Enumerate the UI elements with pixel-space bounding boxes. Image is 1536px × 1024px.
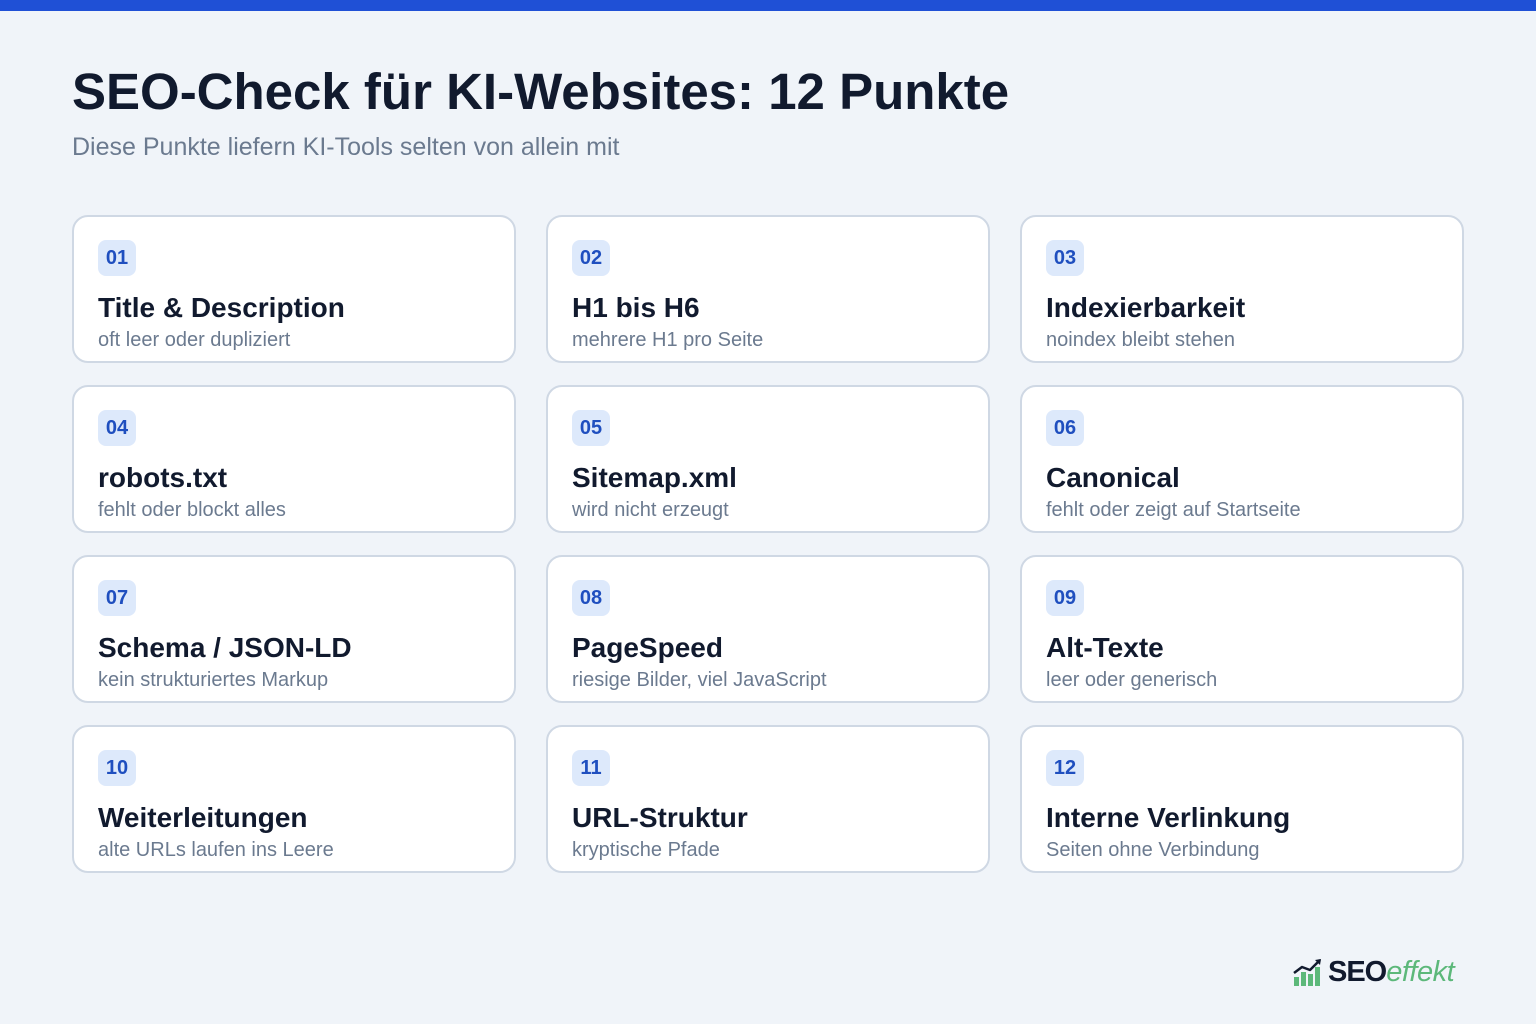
card-title: Indexierbarkeit [1046,292,1246,323]
logo-text-effekt: effekt [1386,955,1455,988]
page-subtitle: Diese Punkte liefern KI-Tools selten von… [72,133,620,161]
checklist-card: 01 Title & Description oft leer oder dup… [72,215,516,363]
card-title: H1 bis H6 [572,292,700,323]
brand-logo: SEO effekt [1292,952,1455,992]
checklist-card: 10 Weiterleitungen alte URLs laufen ins … [72,725,516,873]
checklist-card: 08 PageSpeed riesige Bilder, viel JavaSc… [546,555,990,703]
card-description: wird nicht erzeugt [572,499,729,521]
card-title: Alt-Texte [1046,632,1164,663]
card-number-badge: 09 [1046,580,1084,616]
card-description: kryptische Pfade [572,839,720,861]
card-title: Sitemap.xml [572,462,737,493]
checklist-card: 03 Indexierbarkeit noindex bleibt stehen [1020,215,1464,363]
card-description: alte URLs laufen ins Leere [98,839,334,861]
card-title: Title & Description [98,292,345,323]
card-number-badge: 06 [1046,410,1084,446]
top-accent-bar [0,0,1536,11]
card-description: fehlt oder zeigt auf Startseite [1046,499,1301,521]
checklist-card: 02 H1 bis H6 mehrere H1 pro Seite [546,215,990,363]
logo-text-seo: SEO [1328,955,1387,988]
card-description: noindex bleibt stehen [1046,329,1236,351]
checklist-card: 07 Schema / JSON-LD kein strukturiertes … [72,555,516,703]
card-description: kein strukturiertes Markup [98,669,329,691]
page-title: SEO-Check für KI-Websites: 12 Punkte [72,63,1010,120]
card-number-badge: 12 [1046,750,1084,786]
card-title: PageSpeed [572,632,723,663]
card-number-badge: 08 [572,580,610,616]
card-description: fehlt oder blockt alles [98,499,286,521]
card-number-badge: 11 [572,750,610,786]
checklist-card: 09 Alt-Texte leer oder generisch [1020,555,1464,703]
card-title: robots.txt [98,462,228,493]
card-description: riesige Bilder, viel JavaScript [572,669,827,691]
card-title: Canonical [1046,462,1180,493]
card-description: oft leer oder dupliziert [98,329,291,351]
card-number-badge: 02 [572,240,610,276]
card-title: Weiterleitungen [98,802,308,833]
card-number-badge: 05 [572,410,610,446]
card-description: Seiten ohne Verbindung [1046,839,1260,861]
checklist-card: 06 Canonical fehlt oder zeigt auf Starts… [1020,385,1464,533]
card-title: Schema / JSON-LD [98,632,352,663]
checklist-card: 12 Interne Verlinkung Seiten ohne Verbin… [1020,725,1464,873]
card-number-badge: 01 [98,240,136,276]
card-description: mehrere H1 pro Seite [572,329,764,351]
checklist-card: 04 robots.txt fehlt oder blockt alles [72,385,516,533]
card-title: URL-Struktur [572,802,748,833]
card-number-badge: 10 [98,750,136,786]
card-number-badge: 07 [98,580,136,616]
card-description: leer oder generisch [1046,669,1218,691]
checklist-card: 11 URL-Struktur kryptische Pfade [546,725,990,873]
card-number-badge: 04 [98,410,136,446]
bar-chart-trend-icon [1293,959,1321,986]
checklist-grid: 01 Title & Description oft leer oder dup… [72,215,1465,873]
checklist-card: 05 Sitemap.xml wird nicht erzeugt [546,385,990,533]
card-title: Interne Verlinkung [1046,802,1291,833]
card-number-badge: 03 [1046,240,1084,276]
